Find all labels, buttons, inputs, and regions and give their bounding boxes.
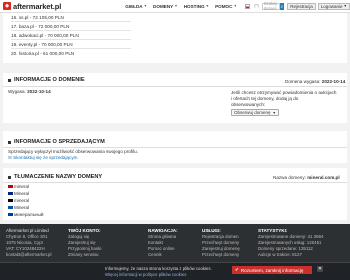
footer-link[interactable]: Zmiany serwisu xyxy=(68,252,99,257)
domain-info-section: INFORMACJE O DOMENIE Domena wygasa: 2022… xyxy=(3,73,347,123)
logo[interactable]: ◆ aftermarket.pl xyxy=(3,2,61,11)
translation-item: минеральный xyxy=(8,212,43,217)
company-vat: VAT: CY10248422H xyxy=(6,246,45,251)
flag-icon xyxy=(8,185,13,188)
footer-link[interactable]: Przypomnij hasło xyxy=(68,246,101,251)
chevron-down-icon: ▼ xyxy=(205,4,210,8)
translation-item: mineral xyxy=(8,184,29,189)
chevron-down-icon: ▼ xyxy=(343,4,347,8)
footer-link[interactable]: Rejestracja domen xyxy=(202,234,239,239)
footer-account-title: TWÓJ KONTO: xyxy=(68,228,101,233)
footer-link[interactable]: Cennik xyxy=(148,252,162,257)
section-title: INFORMACJE O SPRZEDAJĄCYM xyxy=(8,139,105,145)
divider xyxy=(3,86,347,87)
seller-info-text: Sprzedający wyłączył możliwość obserwowa… xyxy=(8,149,138,154)
nav-domeny[interactable]: DOMENY ▼ xyxy=(153,4,178,9)
square-icon xyxy=(8,175,11,179)
divider xyxy=(3,147,347,148)
logo-text: aftermarket.pl xyxy=(13,1,62,11)
stat-item: Zarejestrowanych usług: 120451 xyxy=(258,240,322,245)
top-bar: ◆ aftermarket.pl GIEŁDA ▼ DOMENY ▼ HOSTING… xyxy=(0,0,350,13)
watch-info-text-1: Jeśli chcesz otrzymywać powiadomienia o … xyxy=(231,90,337,95)
cookie-text: Informujemy, że nasza strona korzysta z … xyxy=(105,266,212,271)
chevron-down-icon: ▼ xyxy=(272,110,276,115)
square-icon xyxy=(8,78,11,82)
stat-item: Zarejestrowane domeny: 41 3694 xyxy=(258,234,324,239)
register-button[interactable]: Rejestracja xyxy=(287,2,316,10)
contact-seller-link[interactable]: ✉ Skontaktuj się ze sprzedającym xyxy=(8,155,77,161)
main-nav: GIEŁDA ▼ DOMENY ▼ HOSTING ▼ POMOC ▼ xyxy=(125,4,243,9)
stat-item: Aukcje w trakcie: 8127 xyxy=(258,252,302,257)
footer-nav-title: NAWIGACJA: xyxy=(148,228,178,233)
footer-link[interactable]: Pomoc online xyxy=(148,246,175,251)
seller-info-section: INFORMACJE O SPRZEDAJĄCYM Sprzedający wy… xyxy=(3,131,347,163)
company-city: 1075 Nicosia, Cypr xyxy=(6,240,44,245)
watch-info-text-2: i ofertach tej domeny, dodaj ją do xyxy=(231,96,299,101)
domain-expiry: Domena wygasa: 2022-10-14 xyxy=(285,79,346,84)
translation-section: TŁUMACZENIE NAZWY DOMENY Nazwa domeny: m… xyxy=(3,168,347,220)
footer-link[interactable]: Kontakt xyxy=(148,240,163,245)
language-flag-icon[interactable] xyxy=(244,3,251,9)
nav-pomoc[interactable]: POMOC ▼ xyxy=(215,4,237,9)
list-item: 19. eventy.pl - 70 000,00 PLN xyxy=(11,40,131,49)
footer-link[interactable]: Zarejestruj domenę xyxy=(202,246,240,251)
accept-cookies-button[interactable]: ✔ Rozumiem, zamknij informację xyxy=(232,266,312,274)
theme-toggle[interactable] xyxy=(254,4,259,8)
list-item: 20. historia.pl - 61 000,00 PLN xyxy=(11,51,75,56)
chevron-down-icon: ▼ xyxy=(143,4,148,8)
list-item: 18. adwokaci.pl - 70 000,00 PLN xyxy=(11,31,131,40)
square-icon xyxy=(8,140,11,144)
list-item: 16. ss.pl - 72 105,00 PLN xyxy=(11,13,131,22)
footer-stats-title: STATYSTYKI: xyxy=(258,228,288,233)
footer-link[interactable]: Przechwyt domeny xyxy=(202,240,239,245)
chevron-down-icon: ▼ xyxy=(174,4,178,8)
footer-link[interactable]: Zarejestruj się xyxy=(68,240,96,245)
flag-icon xyxy=(8,199,13,202)
flag-icon xyxy=(8,213,13,216)
divider xyxy=(3,182,347,183)
cookie-policy-link[interactable]: Więcej informacji w polityce plików cook… xyxy=(105,272,186,277)
company-email[interactable]: kontakt@aftermarket.pl xyxy=(6,252,51,257)
footer-services-title: USŁUGI: xyxy=(202,228,221,233)
check-icon: ✔ xyxy=(235,267,239,272)
envelope-icon: ✉ xyxy=(8,155,12,160)
company-name: Aftermarket pl Limited xyxy=(6,228,49,233)
company-address: Chytron 8, Office 301 xyxy=(6,234,48,239)
translation-item: Mineral xyxy=(8,205,29,210)
chevron-down-icon: ▼ xyxy=(233,4,237,8)
stat-item: Domeny sprzedane: 135112 xyxy=(258,246,313,251)
price-list: 16. ss.pl - 72 105,00 PLN 17. baza.pl - … xyxy=(3,13,347,63)
domain-name-label: Nazwa domeny: mineral.com.pl xyxy=(273,175,340,180)
logo-icon: ◆ xyxy=(3,2,11,10)
footer-link[interactable]: Przechwyt domeny xyxy=(202,252,239,257)
section-title: TŁUMACZENIE NAZWY DOMENY xyxy=(8,174,102,180)
expires-date: Wygasa: 2022-10-14 xyxy=(8,89,51,94)
search-input[interactable]: Szukaj domen xyxy=(261,1,280,11)
translation-item: Mineral xyxy=(8,191,29,196)
footer-link[interactable]: Zaloguj się xyxy=(68,234,89,239)
search-icon[interactable]: ⌕ xyxy=(279,2,285,10)
flag-icon xyxy=(8,206,13,209)
flag-icon xyxy=(8,192,13,195)
list-item: 17. baza.pl - 72 000,00 PLN xyxy=(11,22,131,31)
login-button[interactable]: Logowanie ▼ xyxy=(317,2,350,10)
footer-link[interactable]: Strona główna xyxy=(148,234,176,239)
nav-hosting[interactable]: HOSTING ▼ xyxy=(184,4,209,9)
translation-item: mineral xyxy=(8,198,29,203)
close-icon[interactable]: ✕ xyxy=(317,266,323,272)
section-title: INFORMACJE O DOMENIE xyxy=(8,77,85,83)
nav-gielda[interactable]: GIEŁDA ▼ xyxy=(125,4,147,9)
cookie-bar: Informujemy, że nasza strona korzysta z … xyxy=(0,262,350,280)
watch-domain-button[interactable]: Obserwuj domenę ▼ xyxy=(231,109,279,116)
watch-info-text-3: obserwowanych: xyxy=(231,102,266,107)
